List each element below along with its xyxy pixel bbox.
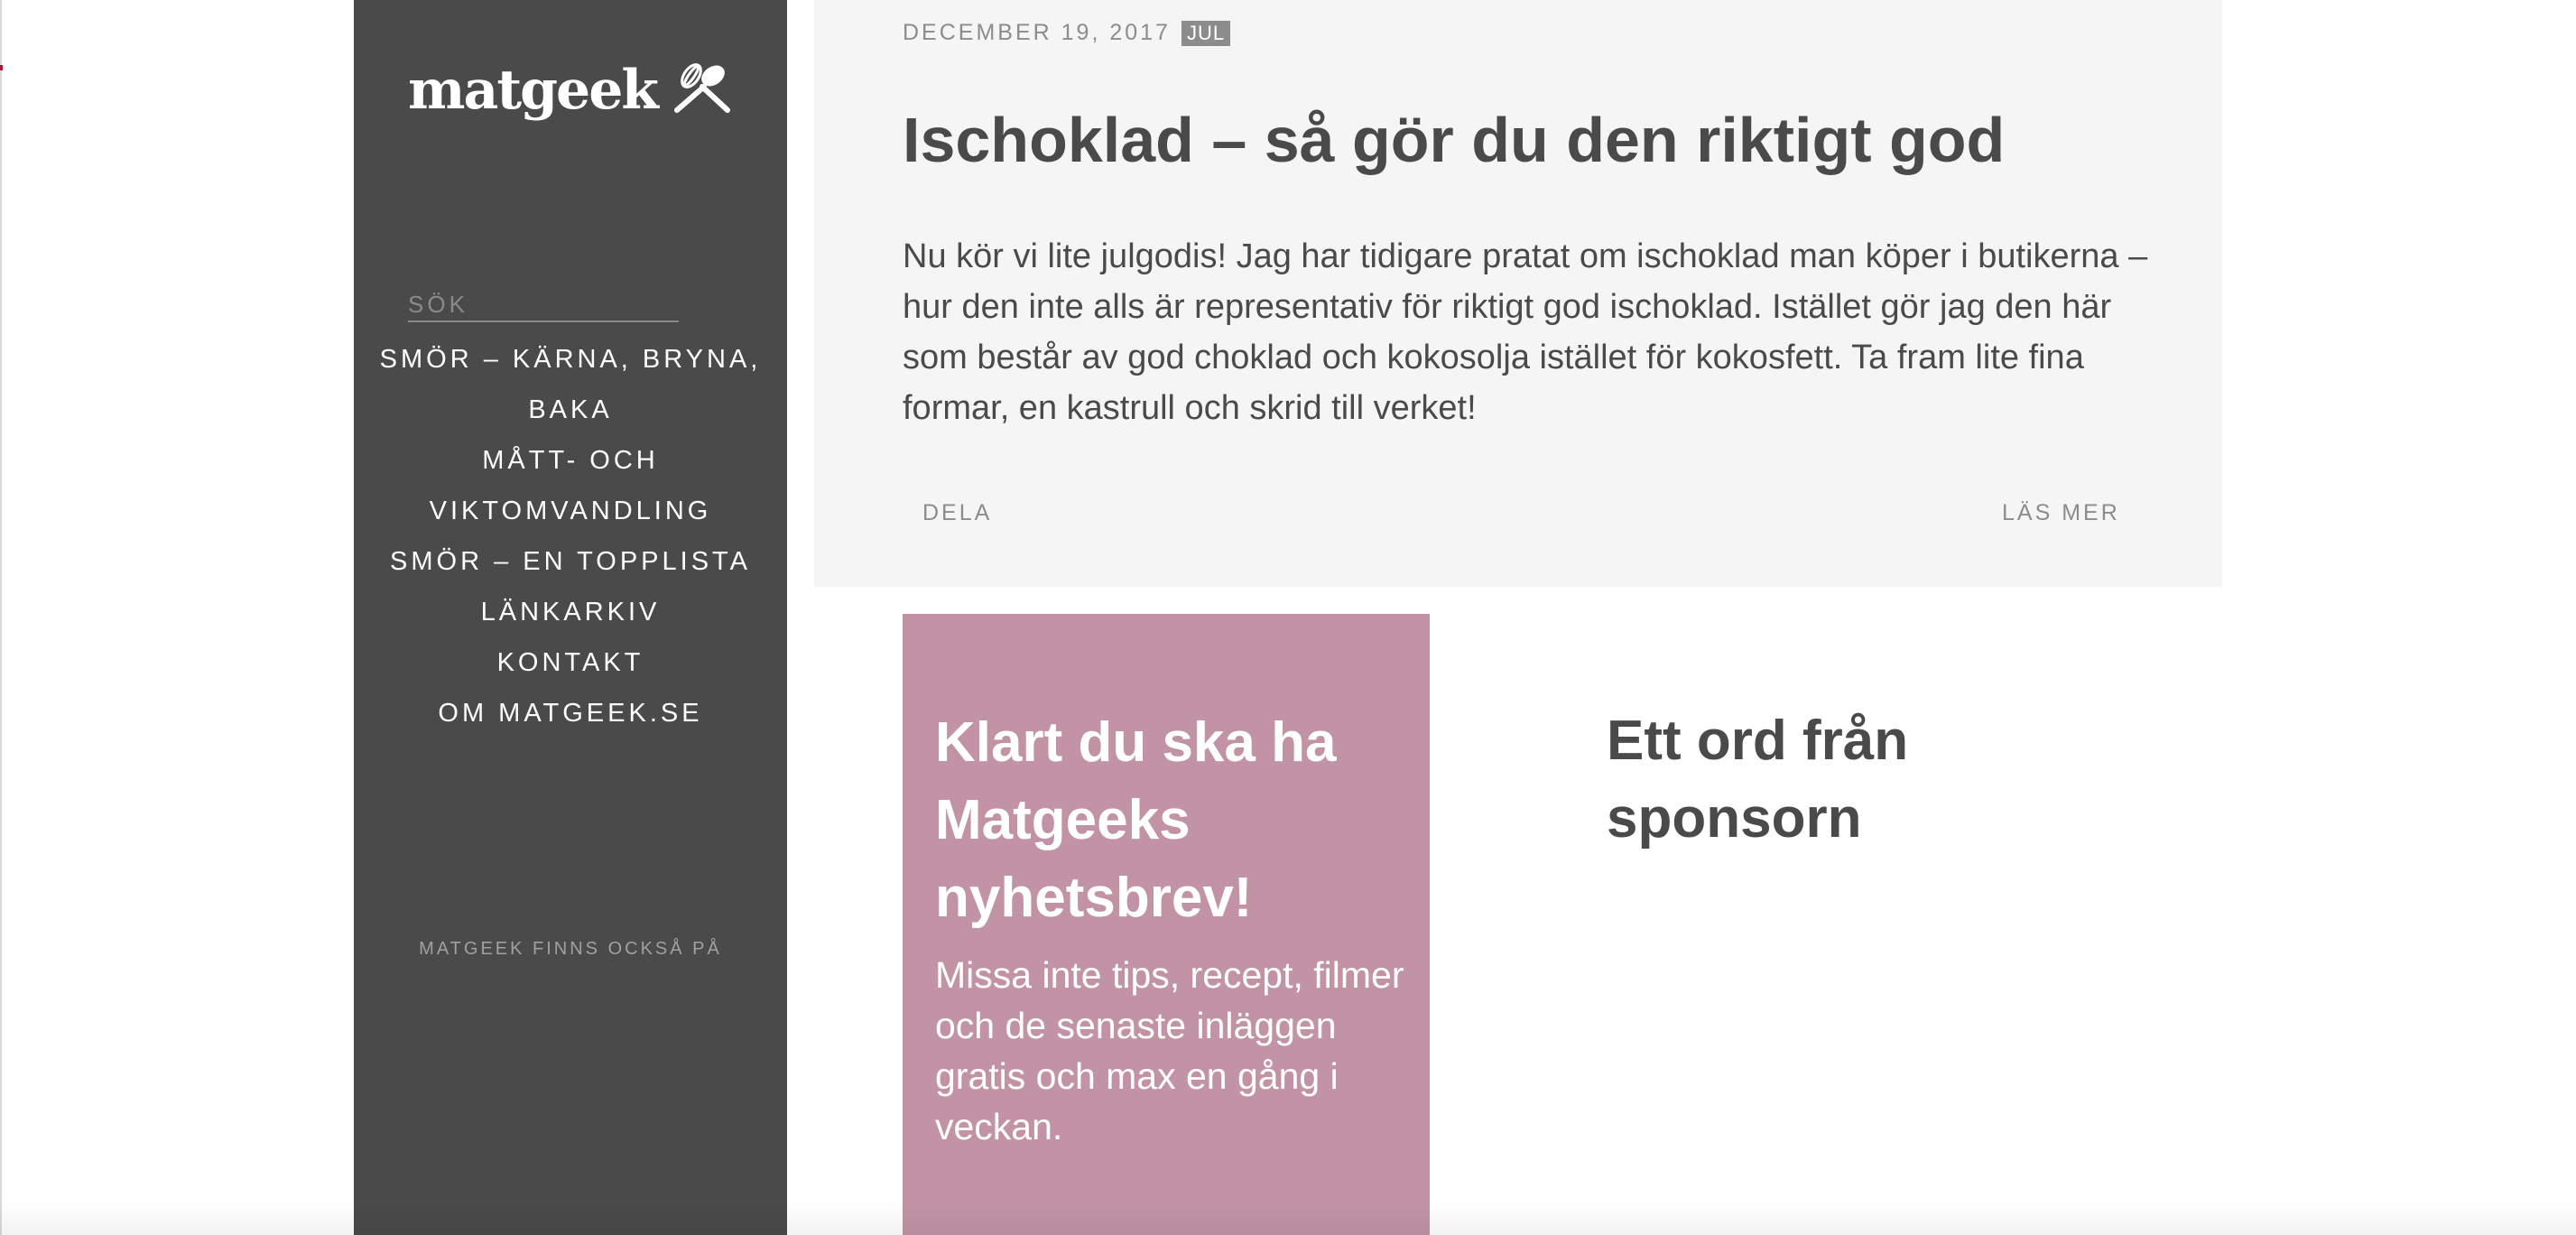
post-meta: DECEMBER 19, 2017 JUL: [903, 20, 1231, 46]
share-button[interactable]: DELA: [922, 500, 992, 526]
nav-item-matt-och-viktomvandling[interactable]: MÅTT- OCH VIKTOMVANDLING: [354, 435, 787, 536]
sponsor-title: Ett ord från sponsorn: [1607, 710, 1909, 850]
newsletter-box: Klart du ska ha Matgeeks nyhetsbrev! Mis…: [903, 614, 1430, 1235]
post-card: DECEMBER 19, 2017 JUL Ischoklad – så gör…: [814, 0, 2222, 587]
nav-item-lankarkiv[interactable]: LÄNKARKIV: [354, 587, 787, 637]
site-logo[interactable]: matgeek: [408, 63, 738, 117]
post-title[interactable]: Ischoklad – så gör du den riktigt god: [903, 99, 2166, 181]
whisk-spatula-icon: [668, 63, 738, 117]
logo-text: matgeek: [408, 59, 659, 122]
search-input[interactable]: SÖK: [408, 291, 679, 322]
social-label: MATGEEK FINNS OCKSÅ PÅ: [419, 939, 722, 959]
newsletter-text: Missa inte tips, recept, filmer och de s…: [935, 954, 1404, 1147]
sidebar-gutter: [787, 0, 814, 1235]
post-excerpt: Nu kör vi lite julgodis! Jag har tidigar…: [903, 237, 2148, 427]
nav-item-smor-topplista[interactable]: SMÖR – EN TOPPLISTA: [354, 536, 787, 587]
post-category-tag[interactable]: JUL: [1181, 20, 1231, 46]
sidebar: matgeek SÖK SMÖR – KÄRNA, BRYNA, BAKA MÅ…: [354, 0, 787, 1235]
nav-item-om-matgeek[interactable]: OM MATGEEK.SE: [354, 688, 787, 738]
read-more-link[interactable]: LÄS MER: [2002, 500, 2120, 526]
nav-item-kontakt[interactable]: KONTAKT: [354, 637, 787, 688]
main-nav: SMÖR – KÄRNA, BRYNA, BAKA MÅTT- OCH VIKT…: [354, 334, 787, 738]
post-date: DECEMBER 19, 2017: [903, 20, 1171, 45]
edge-marker: [0, 65, 3, 70]
window-left-border: [0, 0, 2, 1235]
nav-item-smor-karna-bryna-baka[interactable]: SMÖR – KÄRNA, BRYNA, BAKA: [354, 334, 787, 435]
newsletter-title: Klart du ska ha Matgeeks nyhetsbrev!: [935, 711, 1337, 929]
